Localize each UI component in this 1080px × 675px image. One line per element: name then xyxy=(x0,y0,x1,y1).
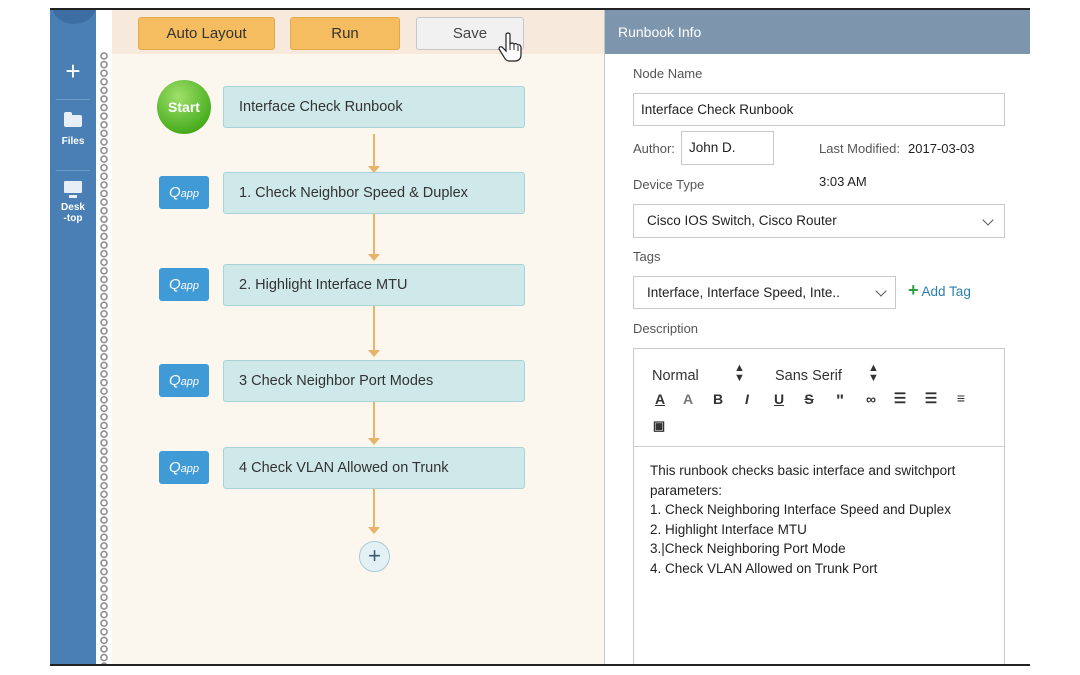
tags-value: Interface, Interface Speed, Inte.. xyxy=(647,285,840,300)
italic-icon[interactable]: I xyxy=(738,391,756,407)
new-button[interactable]: + xyxy=(50,58,96,84)
description-label: Description xyxy=(633,321,699,336)
folder-icon xyxy=(64,112,82,127)
qapp-icon: Qapp xyxy=(159,176,209,209)
align-icon[interactable]: ≡ xyxy=(952,390,970,406)
format-select[interactable]: Normal xyxy=(652,368,699,384)
flow-arrow xyxy=(368,527,380,534)
image-icon[interactable]: ▣ xyxy=(650,418,668,434)
spiral-binding xyxy=(96,52,112,664)
qapp-badge-suffix: app xyxy=(180,280,200,292)
nav-divider xyxy=(56,99,90,100)
chevron-down-icon xyxy=(875,285,887,297)
underline-icon[interactable]: U xyxy=(770,391,788,407)
description-line: 1. Check Neighboring Interface Speed and… xyxy=(650,502,951,518)
font-color-icon[interactable]: A xyxy=(651,391,669,407)
qapp-badge-letter: Q xyxy=(168,372,181,389)
editor-toolbar: Normal ▲ ▼ Sans Serif ▲ ▼ A A B I U S " ∞ … xyxy=(634,349,1004,447)
flow-arrow xyxy=(368,438,380,445)
runbook-node-step[interactable]: 4 Check VLAN Allowed on Trunk xyxy=(223,447,525,489)
nav-desktop-label: Desk -top xyxy=(61,202,85,224)
device-type-label: Device Type xyxy=(633,177,705,192)
runbook-node-title[interactable]: Interface Check Runbook xyxy=(223,86,525,128)
device-type-value: Cisco IOS Switch, Cisco Router xyxy=(647,213,837,228)
qapp-badge-letter: Q xyxy=(168,184,181,201)
start-node[interactable]: Start xyxy=(157,80,211,134)
font-value: Sans Serif xyxy=(775,368,842,384)
nav-files-label: Files xyxy=(61,136,85,147)
chevron-down-icon xyxy=(982,214,994,226)
description-text[interactable]: This runbook checks basic interface and … xyxy=(650,461,990,579)
app-window: + Files Desk -top Auto Layout Run Save S… xyxy=(50,8,1030,666)
tags-select[interactable]: Interface, Interface Speed, Inte.. xyxy=(633,276,896,309)
hand-cursor-icon xyxy=(498,32,522,62)
qapp-icon: Qapp xyxy=(159,364,209,397)
monitor-icon xyxy=(64,181,82,198)
last-modified-time: 3:03 AM xyxy=(819,174,867,189)
plus-icon: + xyxy=(65,56,81,86)
add-node-button[interactable]: + xyxy=(359,541,390,572)
nav-divider xyxy=(56,170,90,171)
canvas-toolbar: Auto Layout Run Save xyxy=(112,10,604,62)
node-name-label: Node Name xyxy=(633,66,703,81)
add-tag-button[interactable]: + Add Tag xyxy=(908,280,971,300)
runbook-node-step[interactable]: 1. Check Neighbor Speed & Duplex xyxy=(223,172,525,214)
description-line: 3.|Check Neighboring Port Mode xyxy=(650,541,846,557)
left-nav: + Files Desk -top xyxy=(50,10,96,664)
qapp-badge-suffix: app xyxy=(180,376,200,388)
author-input[interactable]: John D. xyxy=(681,131,774,165)
node-name-input[interactable]: Interface Check Runbook xyxy=(633,93,1005,126)
description-line: 2. Highlight Interface MTU xyxy=(650,521,807,537)
bold-icon[interactable]: B xyxy=(709,391,727,407)
qapp-icon: Qapp xyxy=(159,451,209,484)
run-button[interactable]: Run xyxy=(290,17,400,50)
link-icon[interactable]: ∞ xyxy=(862,391,880,407)
nav-desktop[interactable]: Desk -top xyxy=(50,180,96,224)
qapp-badge-suffix: app xyxy=(180,188,200,200)
panel-title: Runbook Info xyxy=(605,10,1030,54)
qapp-icon: Qapp xyxy=(159,268,209,301)
font-updown-icon[interactable]: ▲ ▼ xyxy=(868,363,879,384)
qapp-badge-suffix: app xyxy=(180,463,200,475)
bullet-list-icon[interactable]: ☰ xyxy=(922,390,940,407)
description-line: parameters: xyxy=(650,482,723,498)
qapp-badge-letter: Q xyxy=(168,459,181,476)
runbook-info-panel: Runbook Info Node Name Interface Check R… xyxy=(604,10,1030,664)
description-line: This runbook checks basic interface and … xyxy=(650,463,956,478)
runbook-node-step[interactable]: 3 Check Neighbor Port Modes xyxy=(223,360,525,402)
tags-label: Tags xyxy=(633,249,661,264)
last-modified-date: 2017-03-03 xyxy=(908,141,975,156)
runbook-node-step[interactable]: 2. Highlight Interface MTU xyxy=(223,264,525,306)
blockquote-icon[interactable]: " xyxy=(831,391,849,411)
runbook-canvas[interactable]: Auto Layout Run Save Start Interface Che… xyxy=(112,10,604,664)
format-value: Normal xyxy=(652,368,699,384)
plus-icon: + xyxy=(908,280,919,300)
ordered-list-icon[interactable]: ☰ xyxy=(891,390,909,407)
flow-arrow xyxy=(368,254,380,261)
last-modified-label: Last Modified: xyxy=(819,141,900,156)
description-line: 4. Check VLAN Allowed on Trunk Port xyxy=(650,560,878,576)
format-updown-icon[interactable]: ▲ ▼ xyxy=(734,363,745,384)
description-editor[interactable]: Normal ▲ ▼ Sans Serif ▲ ▼ A A B I U S " ∞ … xyxy=(633,348,1005,664)
flow-arrow xyxy=(368,350,380,357)
strikethrough-icon[interactable]: S xyxy=(800,391,818,407)
font-select[interactable]: Sans Serif xyxy=(775,368,842,384)
nav-logo[interactable] xyxy=(52,10,96,24)
add-tag-label: Add Tag xyxy=(921,284,971,299)
author-label: Author: xyxy=(633,141,675,156)
nav-files[interactable]: Files xyxy=(50,112,96,147)
flow-connector xyxy=(373,306,375,356)
device-type-select[interactable]: Cisco IOS Switch, Cisco Router xyxy=(633,204,1005,238)
background-color-icon[interactable]: A xyxy=(679,391,697,407)
qapp-badge-letter: Q xyxy=(168,276,181,293)
auto-layout-button[interactable]: Auto Layout xyxy=(138,17,275,50)
